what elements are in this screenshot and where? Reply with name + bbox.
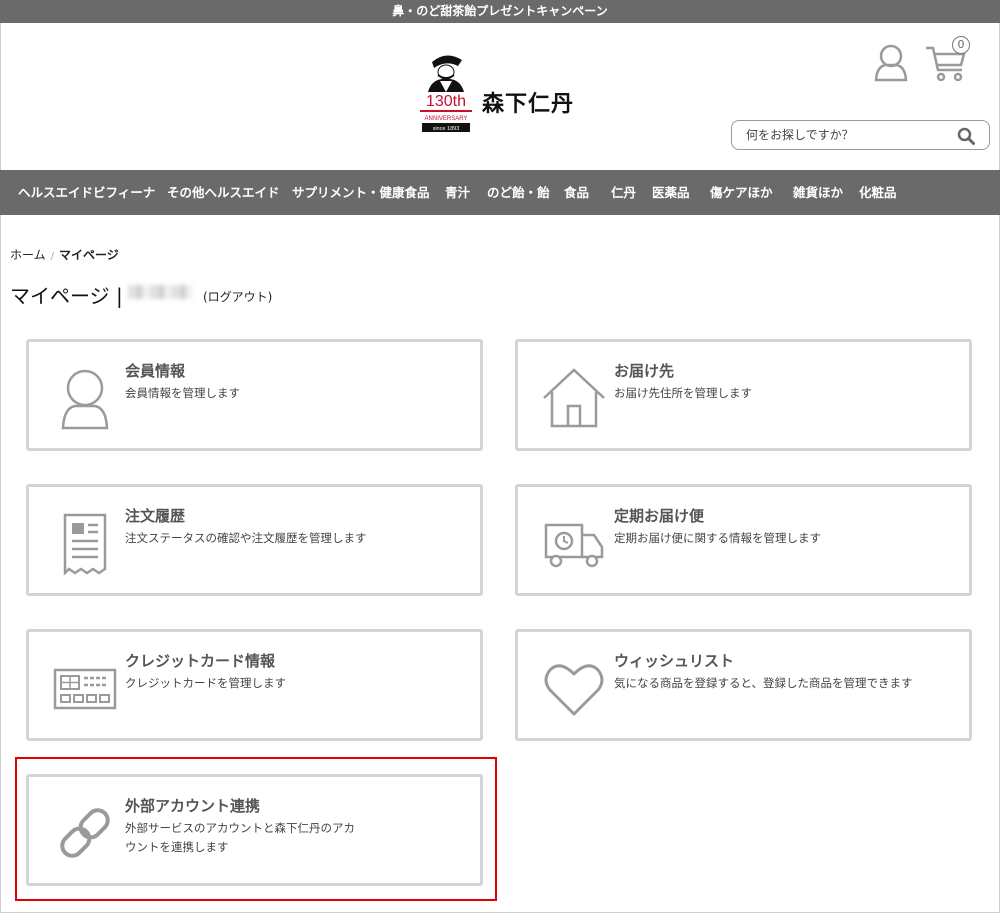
user-icon	[61, 369, 109, 430]
breadcrumb: ホーム / マイページ	[10, 246, 119, 263]
nav-item-food[interactable]: 食品	[564, 170, 589, 215]
card-title: ウィッシュリスト	[614, 652, 735, 670]
card-title: 注文履歴	[125, 507, 186, 525]
nav-item-other-healthaid[interactable]: その他ヘルスエイド	[167, 170, 280, 215]
brand-name: 森下仁丹	[482, 91, 575, 117]
card-description: 注文ステータスの確認や注文履歴を管理します	[125, 531, 367, 545]
breadcrumb-current: マイページ	[59, 248, 119, 262]
card-wishlist[interactable]: ウィッシュリスト 気になる商品を登録すると、登録した商品を管理できます	[515, 629, 972, 741]
card-description: 会員情報を管理します	[125, 386, 240, 400]
search-input[interactable]	[746, 125, 946, 145]
nav-item-supplements[interactable]: サプリメント・健康食品	[292, 170, 430, 215]
credit-card-icon	[53, 668, 117, 710]
campaign-banner[interactable]: 鼻・のど甜茶飴プレゼントキャンペーン	[0, 0, 1000, 23]
nav-item-candy[interactable]: のど飴・飴	[487, 170, 550, 215]
card-description: クレジットカードを管理します	[125, 676, 286, 690]
card-title: 定期お届け便	[614, 507, 705, 525]
card-description: 気になる商品を登録すると、登録した商品を管理できます	[614, 676, 913, 690]
svg-text:130th: 130th	[426, 93, 466, 110]
nav-item-aojiru[interactable]: 青汁	[445, 170, 470, 215]
category-nav: ヘルスエイドビフィーナ その他ヘルスエイド サプリメント・健康食品 青汁 のど飴…	[0, 170, 1000, 215]
cart-count-badge: 0	[952, 36, 970, 54]
card-title: クレジットカード情報	[125, 652, 276, 670]
heart-icon	[544, 664, 604, 716]
page-title: マイページ |	[10, 284, 123, 308]
breadcrumb-home[interactable]: ホーム	[10, 248, 46, 262]
account-icon[interactable]	[873, 44, 909, 82]
card-subscription-delivery[interactable]: 定期お届け便 定期お届け便に関する情報を管理します	[515, 484, 972, 596]
card-description: 外部サービスのアカウントと森下仁丹のアカウントを連携します	[125, 821, 355, 854]
delivery-truck-icon	[544, 523, 604, 568]
search-icon[interactable]	[957, 127, 975, 145]
card-order-history[interactable]: 注文履歴 注文ステータスの確認や注文履歴を管理します	[26, 484, 483, 596]
card-member-info[interactable]: 会員情報 会員情報を管理します	[26, 339, 483, 451]
nav-item-cosmetics[interactable]: 化粧品	[859, 170, 897, 215]
logout-link[interactable]: (ログアウト)	[203, 288, 272, 305]
card-description: お届け先住所を管理します	[614, 386, 752, 400]
search-box	[731, 120, 990, 150]
receipt-icon	[63, 513, 107, 575]
card-title: 会員情報	[125, 362, 186, 380]
card-title: お届け先	[614, 362, 675, 380]
link-icon	[60, 808, 110, 858]
card-credit-card[interactable]: クレジットカード情報 クレジットカードを管理します	[26, 629, 483, 741]
svg-text:ANNIVERSARY: ANNIVERSARY	[425, 116, 468, 122]
card-description: 定期お届け便に関する情報を管理します	[614, 531, 821, 545]
svg-text:since 1893: since 1893	[433, 126, 460, 132]
nav-item-wound-care[interactable]: 傷ケアほか	[710, 170, 773, 215]
nav-item-goods[interactable]: 雑貨ほか	[793, 170, 843, 215]
nav-item-medicine[interactable]: 医薬品	[652, 170, 690, 215]
breadcrumb-separator: /	[50, 251, 55, 262]
card-title: 外部アカウント連携	[125, 797, 261, 815]
nav-item-jintan[interactable]: 仁丹	[611, 170, 636, 215]
site-logo[interactable]: 130th ANNIVERSARY since 1893 森下仁丹	[418, 48, 583, 136]
user-name-redacted	[128, 285, 192, 299]
nav-item-healthaid-bifina[interactable]: ヘルスエイドビフィーナ	[18, 170, 155, 215]
house-icon	[543, 368, 605, 428]
founder-logo-icon: 130th ANNIVERSARY since 1893	[420, 55, 472, 132]
card-shipping-address[interactable]: お届け先 お届け先住所を管理します	[515, 339, 972, 451]
card-external-account-link[interactable]: 外部アカウント連携 外部サービスのアカウントと森下仁丹のアカウントを連携します	[26, 774, 483, 886]
